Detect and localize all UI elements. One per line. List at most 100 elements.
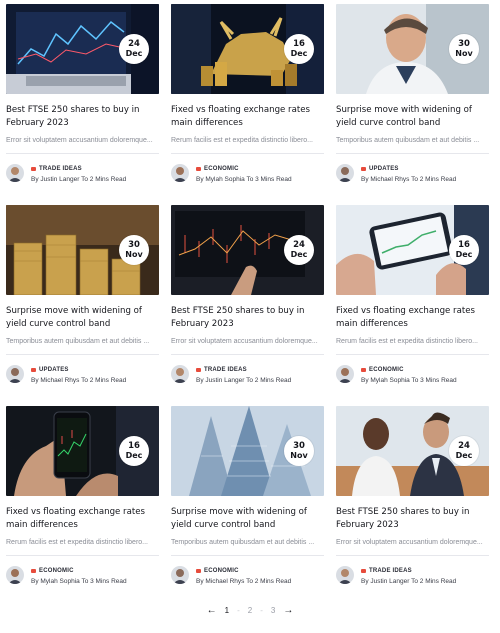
date-month: Dec — [455, 250, 473, 259]
category-tag[interactable]: UPDATES — [31, 365, 126, 375]
date-month: Nov — [125, 250, 143, 259]
category-label: TRADE IDEAS — [39, 165, 82, 172]
post-excerpt: Rerum facilis est et expedita distinctio… — [336, 338, 479, 345]
author-avatar[interactable] — [336, 566, 354, 584]
author-avatar[interactable] — [6, 365, 24, 383]
post-card[interactable]: 16 Dec Fixed vs floating exchange rates ma… — [336, 205, 489, 390]
post-excerpt: Rerum facilis est et expedita distinctio… — [171, 137, 314, 144]
author-byline: By Michael Rhys To 2 Mins Read — [361, 175, 457, 183]
post-thumbnail-image[interactable]: 16 Dec — [6, 406, 159, 496]
divider — [336, 555, 489, 556]
post-title[interactable]: Surprise move with widening of yield cur… — [336, 104, 489, 130]
date-badge: 24 Dec — [284, 235, 314, 265]
page-3-link[interactable]: 3 — [271, 606, 275, 615]
page-separator: - — [237, 606, 240, 615]
pagination: ← 1 - 2 - 3 → — [0, 605, 500, 616]
category-label: ECONOMIC — [369, 366, 404, 373]
author-avatar[interactable] — [171, 566, 189, 584]
author-byline: By Justin Langer To 2 Mins Read — [196, 376, 292, 384]
category-tag[interactable]: ECONOMIC — [31, 566, 127, 576]
date-day: 24 — [128, 39, 140, 49]
author-avatar[interactable] — [6, 164, 24, 182]
post-meta: TRADE IDEAS By Justin Langer To 2 Mins Re… — [336, 564, 489, 586]
date-day: 16 — [458, 240, 470, 250]
date-badge: 24 Dec — [449, 436, 479, 466]
page-2-link[interactable]: 2 — [248, 606, 252, 615]
category-marker-icon — [196, 166, 201, 171]
divider — [171, 555, 324, 556]
category-tag[interactable]: ECONOMIC — [196, 164, 292, 174]
category-label: ECONOMIC — [204, 567, 239, 574]
post-title[interactable]: Best FTSE 250 shares to buy in February … — [6, 104, 159, 130]
date-badge: 16 Dec — [449, 235, 479, 265]
author-byline: By Justin Langer To 2 Mins Read — [361, 577, 457, 585]
post-title[interactable]: Fixed vs floating exchange rates main di… — [336, 305, 489, 331]
post-title[interactable]: Surprise move with widening of yield cur… — [171, 506, 324, 532]
post-title[interactable]: Best FTSE 250 shares to buy in February … — [336, 506, 489, 532]
post-thumbnail-image[interactable]: 16 Dec — [336, 205, 489, 295]
divider — [171, 354, 324, 355]
post-card[interactable]: 16 Dec Fixed vs floating exchange rates ma… — [6, 406, 159, 591]
post-thumbnail-image[interactable]: 24 Dec — [336, 406, 489, 496]
author-avatar[interactable] — [336, 164, 354, 182]
date-badge: 30 Nov — [284, 436, 314, 466]
category-tag[interactable]: UPDATES — [361, 164, 456, 174]
post-grid: 24 Dec Best FTSE 250 shares to buy in Febr… — [6, 4, 489, 591]
post-title[interactable]: Fixed vs floating exchange rates main di… — [6, 506, 159, 532]
author-byline: By Michael Rhys To 2 Mins Read — [196, 577, 292, 585]
post-title[interactable]: Surprise move with widening of yield cur… — [6, 305, 159, 331]
post-thumbnail-image[interactable]: 30 Nov — [6, 205, 159, 295]
post-thumbnail-image[interactable]: 30 Nov — [336, 4, 489, 94]
author-avatar[interactable] — [171, 365, 189, 383]
category-label: TRADE IDEAS — [369, 567, 412, 574]
category-tag[interactable]: ECONOMIC — [361, 365, 457, 375]
category-marker-icon — [361, 568, 366, 573]
author-avatar[interactable] — [336, 365, 354, 383]
post-card[interactable]: 24 Dec Best FTSE 250 shares to buy in Febr… — [171, 205, 324, 390]
date-badge: 16 Dec — [284, 34, 314, 64]
post-excerpt: Error sit voluptatem accusantium dolorem… — [336, 539, 483, 546]
next-page-arrow-icon[interactable]: → — [283, 605, 293, 616]
date-month: Nov — [290, 451, 308, 460]
author-byline: By Mylah Sophia To 3 Mins Read — [361, 376, 457, 384]
category-tag[interactable]: ECONOMIC — [196, 566, 291, 576]
post-title[interactable]: Best FTSE 250 shares to buy in February … — [171, 305, 324, 331]
post-thumbnail-image[interactable]: 16 Dec — [171, 4, 324, 94]
post-title[interactable]: Fixed vs floating exchange rates main di… — [171, 104, 324, 130]
category-tag[interactable]: TRADE IDEAS — [196, 365, 291, 375]
post-excerpt: Temporibus autem quibusdam et aut debiti… — [336, 137, 480, 144]
date-day: 16 — [293, 39, 305, 49]
category-tag[interactable]: TRADE IDEAS — [31, 164, 126, 174]
post-meta: ECONOMIC By Michael Rhys To 2 Mins Read — [171, 564, 324, 586]
category-tag[interactable]: TRADE IDEAS — [361, 566, 456, 576]
page-1-link[interactable]: 1 — [225, 606, 229, 615]
divider — [336, 354, 489, 355]
post-card[interactable]: 24 Dec Best FTSE 250 shares to buy in Febr… — [6, 4, 159, 189]
post-card[interactable]: 30 Nov Surprise move with widening of yiel… — [171, 406, 324, 591]
author-avatar[interactable] — [171, 164, 189, 182]
date-month: Dec — [125, 451, 143, 460]
post-thumbnail-image[interactable]: 30 Nov — [171, 406, 324, 496]
post-card[interactable]: 16 Dec Fixed vs floating exchange rates ma… — [171, 4, 324, 189]
post-card[interactable]: 24 Dec Best FTSE 250 shares to buy in Febr… — [336, 406, 489, 591]
post-thumbnail-image[interactable]: 24 Dec — [6, 4, 159, 94]
post-meta: ECONOMIC By Mylah Sophia To 3 Mins Read — [336, 363, 489, 385]
date-badge: 30 Nov — [119, 235, 149, 265]
post-card[interactable]: 30 Nov Surprise move with widening of yiel… — [6, 205, 159, 390]
post-excerpt: Error sit voluptatem accusantium dolorem… — [6, 137, 153, 144]
divider — [171, 153, 324, 154]
author-avatar[interactable] — [6, 566, 24, 584]
divider — [6, 354, 159, 355]
divider — [6, 153, 159, 154]
date-day: 30 — [458, 39, 470, 49]
category-marker-icon — [31, 367, 36, 372]
date-badge: 24 Dec — [119, 34, 149, 64]
category-marker-icon — [196, 367, 201, 372]
post-card[interactable]: 30 Nov Surprise move with widening of yiel… — [336, 4, 489, 189]
date-day: 30 — [293, 441, 305, 451]
date-day: 30 — [128, 240, 140, 250]
post-thumbnail-image[interactable]: 24 Dec — [171, 205, 324, 295]
divider — [336, 153, 489, 154]
prev-page-arrow-icon[interactable]: ← — [207, 605, 217, 616]
author-byline: By Michael Rhys To 2 Mins Read — [31, 376, 127, 384]
